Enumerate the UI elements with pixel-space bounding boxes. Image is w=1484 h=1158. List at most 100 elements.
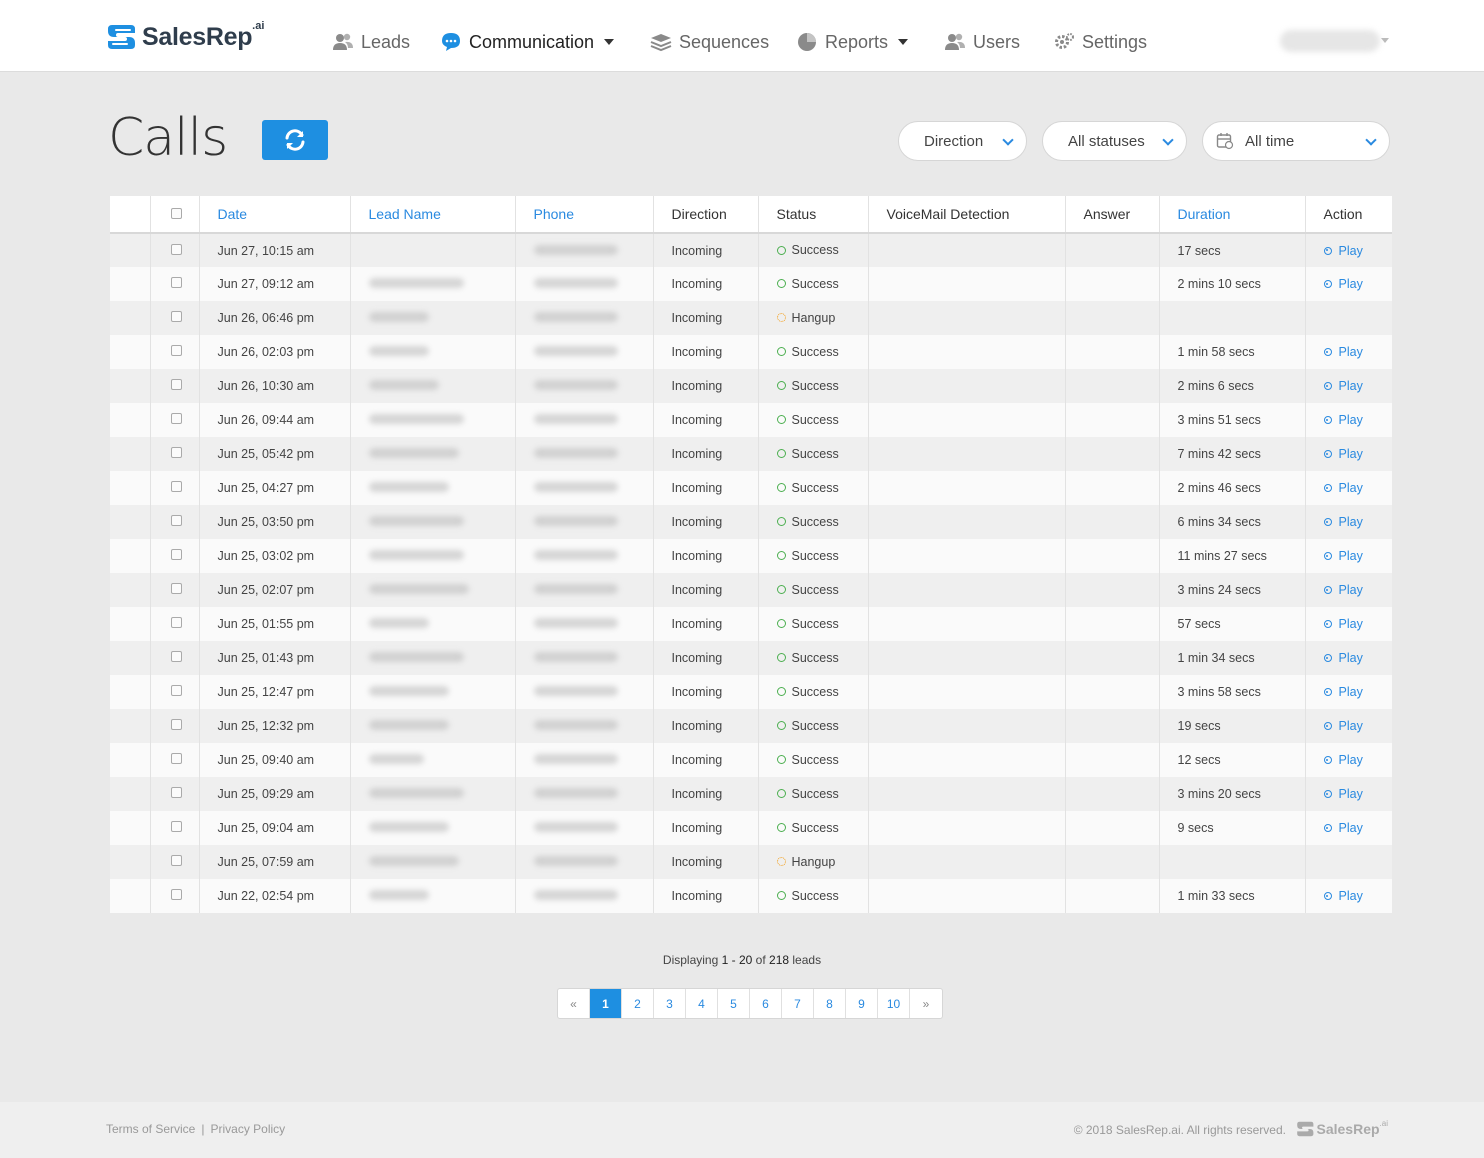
play-button[interactable]: Play bbox=[1323, 549, 1363, 563]
select-all-checkbox[interactable] bbox=[170, 208, 182, 219]
row-checkbox[interactable] bbox=[170, 889, 182, 900]
header-lead-name[interactable]: Lead Name bbox=[350, 196, 516, 234]
cell-lead-name[interactable] bbox=[350, 437, 516, 471]
row-checkbox[interactable] bbox=[170, 719, 182, 730]
header-select-all[interactable] bbox=[150, 196, 200, 234]
nav-settings[interactable]: Settings bbox=[1053, 28, 1147, 56]
row-select-cell[interactable] bbox=[150, 607, 200, 641]
pagination-page-8[interactable]: 8 bbox=[814, 989, 846, 1018]
time-filter[interactable]: All time bbox=[1202, 121, 1390, 161]
terms-link[interactable]: Terms of Service bbox=[106, 1122, 195, 1136]
cell-lead-name[interactable] bbox=[350, 403, 516, 437]
row-select-cell[interactable] bbox=[150, 233, 200, 267]
table-row[interactable]: Jun 25, 05:42 pm Incoming Success 7 mins 42… bbox=[110, 437, 1392, 471]
row-checkbox[interactable] bbox=[170, 379, 182, 390]
play-button[interactable]: Play bbox=[1323, 753, 1363, 767]
table-row[interactable]: Jun 26, 10:30 am Incoming Success 2 mins 6 … bbox=[110, 369, 1392, 403]
row-select-cell[interactable] bbox=[150, 471, 200, 505]
cell-lead-name[interactable] bbox=[350, 267, 516, 301]
row-select-cell[interactable] bbox=[150, 845, 200, 879]
row-checkbox[interactable] bbox=[170, 481, 182, 492]
user-menu[interactable] bbox=[1280, 30, 1380, 52]
table-row[interactable]: Jun 27, 10:15 am Incoming Success 17 secs Pl… bbox=[110, 233, 1392, 267]
table-row[interactable]: Jun 25, 09:29 am Incoming Success 3 mins 20… bbox=[110, 777, 1392, 811]
row-checkbox[interactable] bbox=[170, 583, 182, 594]
row-checkbox[interactable] bbox=[170, 515, 182, 526]
play-button[interactable]: Play bbox=[1323, 515, 1363, 529]
play-button[interactable]: Play bbox=[1323, 481, 1363, 495]
pagination-page-3[interactable]: 3 bbox=[654, 989, 686, 1018]
play-button[interactable]: Play bbox=[1323, 685, 1363, 699]
play-button[interactable]: Play bbox=[1323, 583, 1363, 597]
table-row[interactable]: Jun 25, 02:07 pm Incoming Success 3 mins 24… bbox=[110, 573, 1392, 607]
play-button[interactable]: Play bbox=[1323, 379, 1363, 393]
play-button[interactable]: Play bbox=[1323, 787, 1363, 801]
cell-lead-name[interactable] bbox=[350, 641, 516, 675]
play-button[interactable]: Play bbox=[1323, 244, 1363, 258]
play-button[interactable]: Play bbox=[1323, 651, 1363, 665]
row-select-cell[interactable] bbox=[150, 675, 200, 709]
nav-sequences[interactable]: Sequences bbox=[650, 28, 769, 56]
header-phone[interactable]: Phone bbox=[515, 196, 654, 234]
table-row[interactable]: Jun 26, 09:44 am Incoming Success 3 mins 51… bbox=[110, 403, 1392, 437]
nav-users[interactable]: Users bbox=[944, 28, 1020, 56]
row-select-cell[interactable] bbox=[150, 301, 200, 335]
row-checkbox[interactable] bbox=[170, 413, 182, 424]
row-checkbox[interactable] bbox=[170, 447, 182, 458]
table-row[interactable]: Jun 25, 03:50 pm Incoming Success 6 mins 34… bbox=[110, 505, 1392, 539]
row-checkbox[interactable] bbox=[170, 821, 182, 832]
header-duration[interactable]: Duration bbox=[1159, 196, 1306, 234]
pagination-page-6[interactable]: 6 bbox=[750, 989, 782, 1018]
row-checkbox[interactable] bbox=[170, 549, 182, 560]
pagination-page-10[interactable]: 10 bbox=[878, 989, 910, 1018]
header-date[interactable]: Date bbox=[199, 196, 351, 234]
row-checkbox[interactable] bbox=[170, 753, 182, 764]
row-checkbox[interactable] bbox=[170, 345, 182, 356]
table-row[interactable]: Jun 25, 04:27 pm Incoming Success 2 mins 46… bbox=[110, 471, 1392, 505]
pagination-prev-button[interactable]: « bbox=[558, 989, 590, 1018]
row-checkbox[interactable] bbox=[170, 855, 182, 866]
table-row[interactable]: Jun 25, 01:43 pm Incoming Success 1 min 34 … bbox=[110, 641, 1392, 675]
play-button[interactable]: Play bbox=[1323, 719, 1363, 733]
play-button[interactable]: Play bbox=[1323, 413, 1363, 427]
row-checkbox[interactable] bbox=[170, 311, 182, 322]
pagination-page-9[interactable]: 9 bbox=[846, 989, 878, 1018]
row-select-cell[interactable] bbox=[150, 539, 200, 573]
pagination-page-1[interactable]: 1 bbox=[590, 989, 622, 1018]
play-button[interactable]: Play bbox=[1323, 821, 1363, 835]
row-select-cell[interactable] bbox=[150, 811, 200, 845]
table-row[interactable]: Jun 25, 12:32 pm Incoming Success 19 secs Pl… bbox=[110, 709, 1392, 743]
pagination-page-5[interactable]: 5 bbox=[718, 989, 750, 1018]
row-checkbox[interactable] bbox=[170, 651, 182, 662]
play-button[interactable]: Play bbox=[1323, 889, 1363, 903]
nav-reports[interactable]: Reports bbox=[796, 28, 909, 56]
privacy-link[interactable]: Privacy Policy bbox=[210, 1122, 285, 1136]
nav-communication[interactable]: Communication bbox=[440, 28, 615, 56]
table-row[interactable]: Jun 25, 03:02 pm Incoming Success 11 mins 2… bbox=[110, 539, 1392, 573]
pagination-page-2[interactable]: 2 bbox=[622, 989, 654, 1018]
cell-lead-name[interactable] bbox=[350, 777, 516, 811]
table-row[interactable]: Jun 26, 02:03 pm Incoming Success 1 min 58 … bbox=[110, 335, 1392, 369]
cell-lead-name[interactable] bbox=[350, 471, 516, 505]
row-select-cell[interactable] bbox=[150, 267, 200, 301]
status-filter[interactable]: All statuses bbox=[1042, 121, 1187, 161]
row-select-cell[interactable] bbox=[150, 743, 200, 777]
row-select-cell[interactable] bbox=[150, 641, 200, 675]
cell-lead-name[interactable] bbox=[350, 369, 516, 403]
pagination-page-4[interactable]: 4 bbox=[686, 989, 718, 1018]
cell-lead-name[interactable] bbox=[350, 573, 516, 607]
cell-lead-name[interactable] bbox=[350, 301, 516, 335]
cell-lead-name[interactable] bbox=[350, 811, 516, 845]
table-row[interactable]: Jun 22, 02:54 pm Incoming Success 1 min 33 … bbox=[110, 879, 1392, 913]
pagination-next-button[interactable]: » bbox=[910, 989, 942, 1018]
direction-filter[interactable]: Direction bbox=[898, 121, 1027, 161]
row-select-cell[interactable] bbox=[150, 437, 200, 471]
cell-lead-name[interactable] bbox=[350, 675, 516, 709]
cell-lead-name[interactable] bbox=[350, 845, 516, 879]
table-row[interactable]: Jun 25, 07:59 am Incoming Hangup bbox=[110, 845, 1392, 879]
cell-lead-name[interactable] bbox=[350, 539, 516, 573]
table-row[interactable]: Jun 27, 09:12 am Incoming Success 2 mins 10… bbox=[110, 267, 1392, 301]
cell-lead-name[interactable] bbox=[350, 335, 516, 369]
table-row[interactable]: Jun 25, 01:55 pm Incoming Success 57 secs Pl… bbox=[110, 607, 1392, 641]
nav-leads[interactable]: Leads bbox=[332, 28, 410, 56]
